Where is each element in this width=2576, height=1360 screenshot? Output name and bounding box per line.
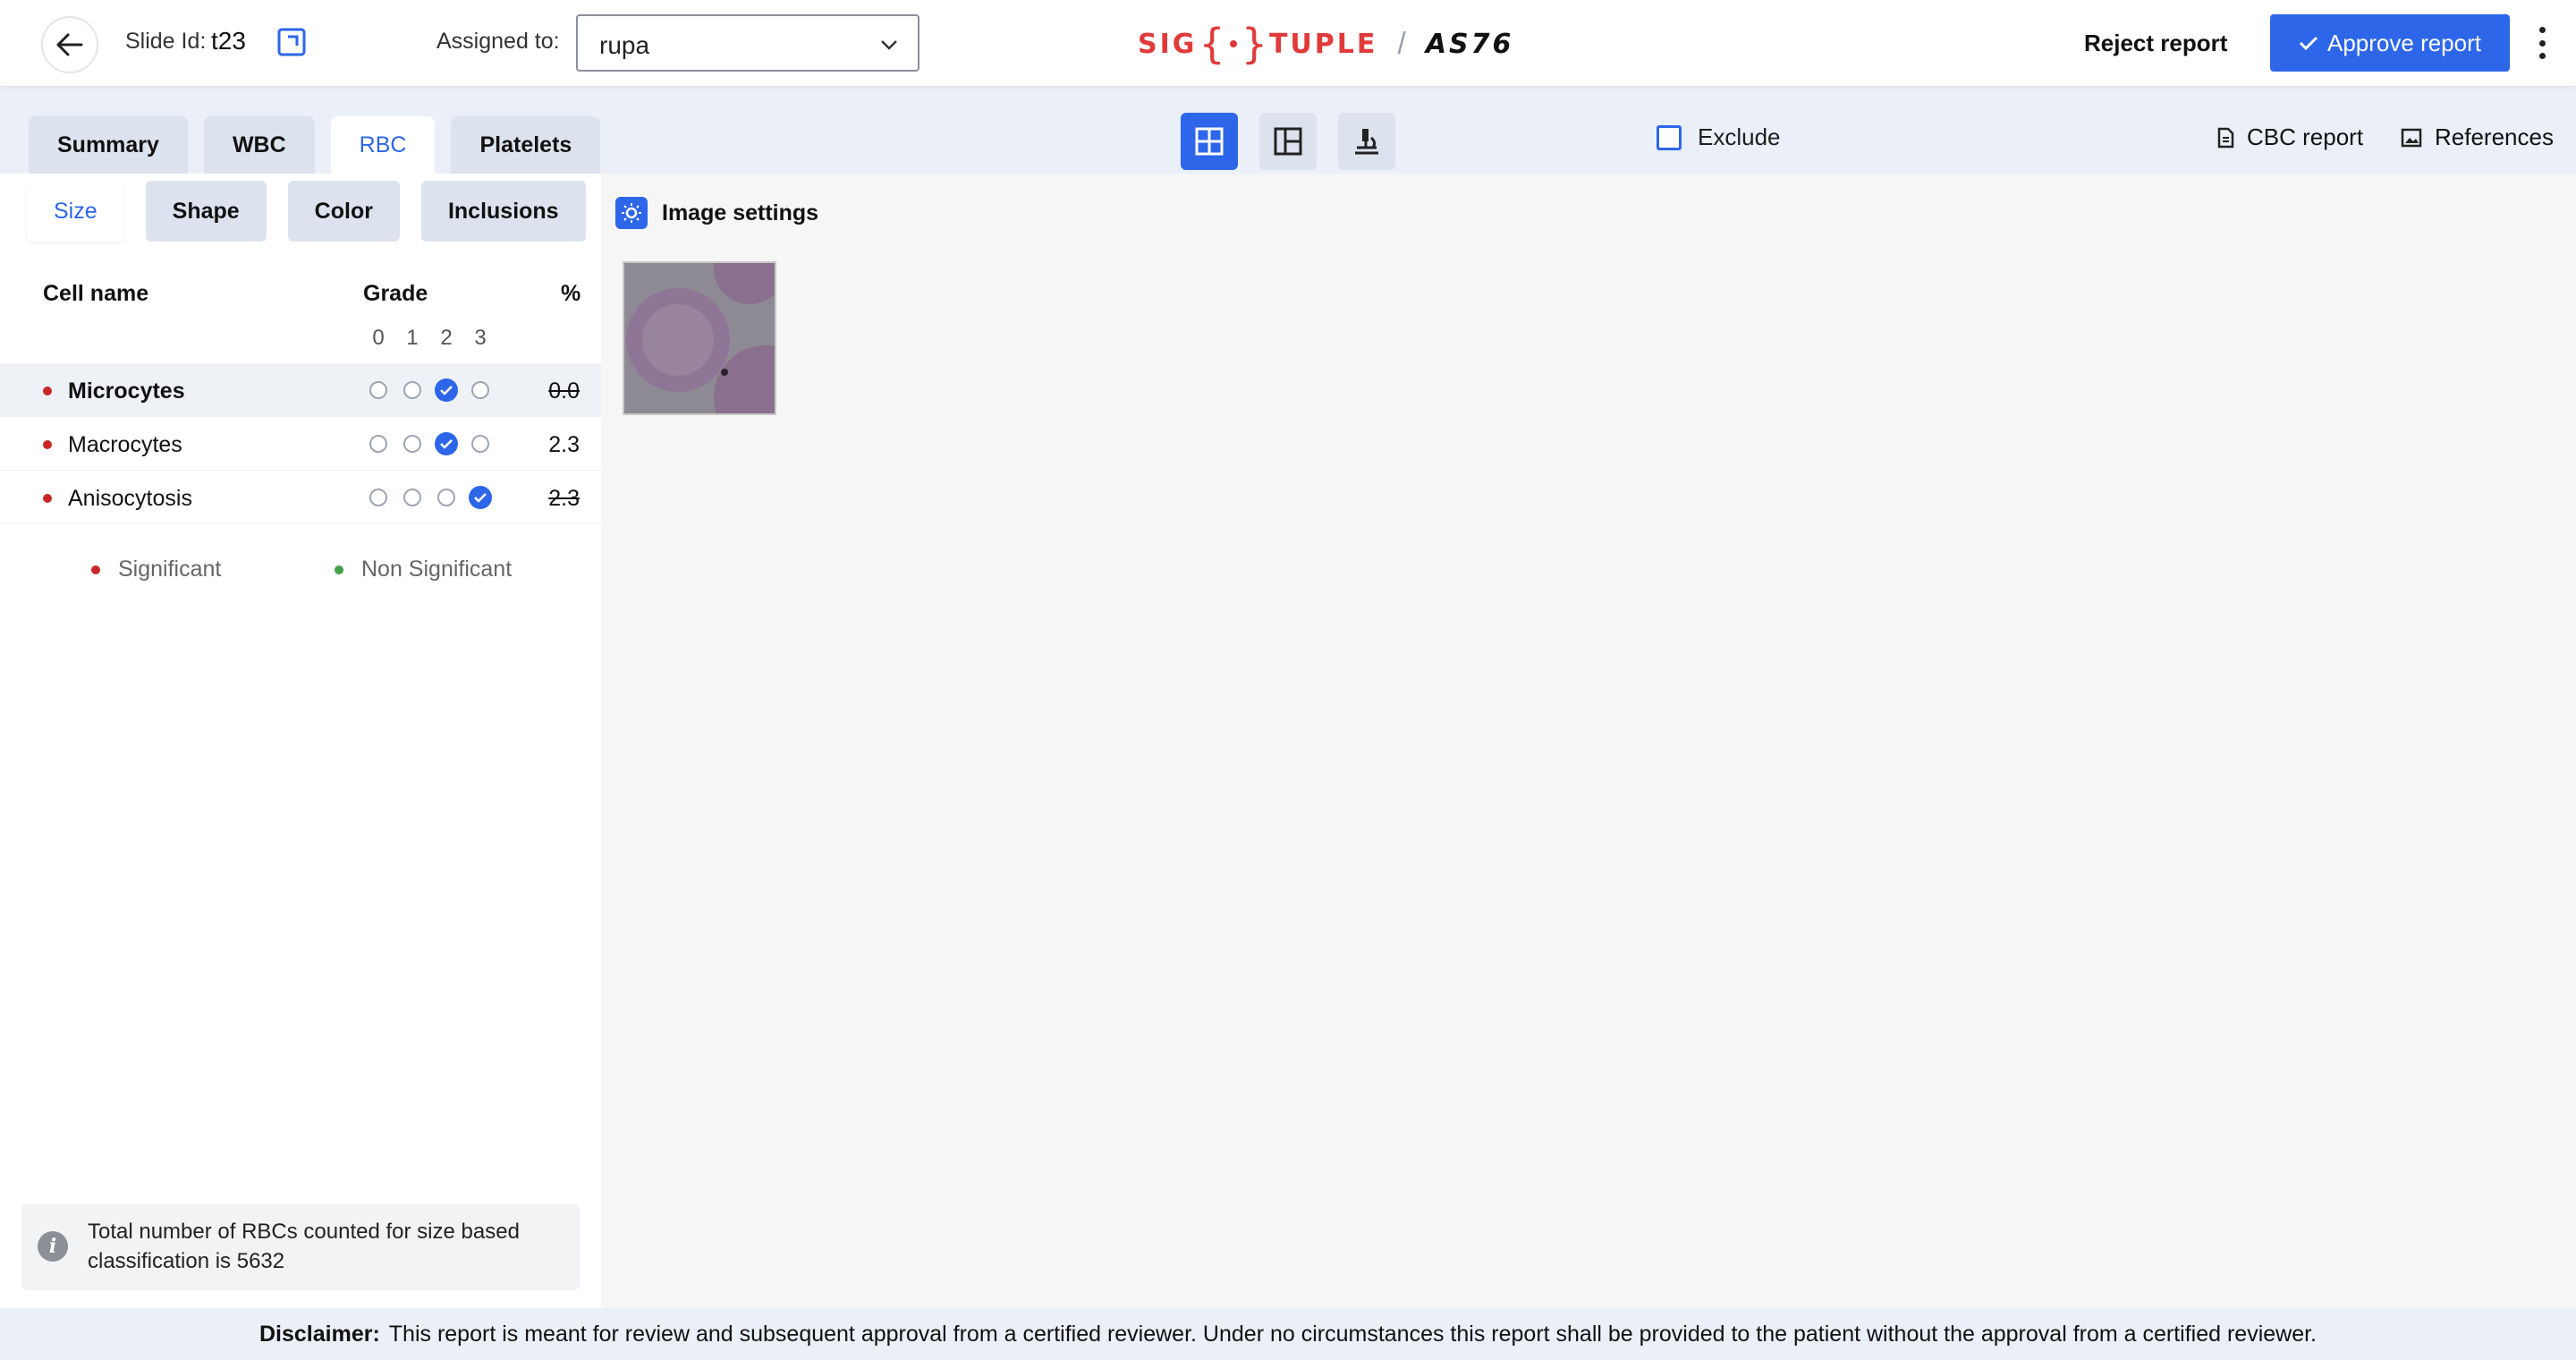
disclaimer-label: Disclaimer: <box>258 1321 380 1347</box>
cbc-report-link[interactable]: CBC report <box>2216 123 2363 151</box>
approve-report-button[interactable]: Approve report <box>2270 14 2510 72</box>
open-slide-icon[interactable] <box>276 27 307 57</box>
disclaimer-bar: Disclaimer: This report is meant for rev… <box>0 1308 2576 1360</box>
significant-dot <box>43 494 52 503</box>
cell-name: Macrocytes <box>68 432 182 457</box>
significant-dot <box>43 387 52 395</box>
microscope-view-button[interactable] <box>1338 113 1395 170</box>
slide-id-label: Slide Id: <box>125 29 207 54</box>
exclude-label: Exclude <box>1698 123 1781 150</box>
subtab-inclusions[interactable]: Inclusions <box>420 181 586 242</box>
grade-3-radio[interactable] <box>463 429 497 459</box>
legend-significant-label: Significant <box>118 557 222 582</box>
table-row[interactable]: Microcytes 0.0 <box>0 363 601 417</box>
table-row[interactable]: Macrocytes 2.3 <box>0 417 601 471</box>
tab-platelets[interactable]: Platelets <box>451 116 601 174</box>
check-icon <box>440 386 453 395</box>
cell-name: Microcytes <box>68 378 185 404</box>
legend-non-significant-label: Non Significant <box>361 557 513 582</box>
grid-view-icon <box>1195 127 1224 156</box>
tab-rbc[interactable]: RBC <box>330 116 436 174</box>
cell-name: Anisocytosis <box>68 486 192 511</box>
legend-significant: Significant <box>91 557 221 582</box>
tab-summary[interactable]: Summary <box>29 116 188 174</box>
table-row[interactable]: Anisocytosis 2.3 <box>0 471 601 524</box>
device-model: AS76 <box>1425 28 1514 60</box>
column-header-grade: Grade <box>363 281 428 306</box>
grade-2-radio[interactable] <box>429 375 463 405</box>
slide-id-value: t23 <box>211 27 246 55</box>
non-significant-dot <box>335 565 343 574</box>
split-view-icon <box>1274 127 1302 156</box>
cell-percent: 2.3 <box>548 432 580 457</box>
rbc-grading-panel: Size Shape Color Inclusions Cell name Gr… <box>0 174 601 1308</box>
more-options-icon[interactable] <box>2533 23 2551 63</box>
grade-radio-group <box>361 375 497 405</box>
sigtuple-logo: SIG {} TUPLE / AS76 <box>1138 20 1514 68</box>
report-toolbar: Summary WBC RBC Platelets Exclude CBC re… <box>0 86 2576 174</box>
approve-report-label: Approve report <box>2327 29 2481 56</box>
chevron-down-icon <box>881 40 897 50</box>
cbc-report-label: CBC report <box>2247 123 2364 150</box>
subtab-shape[interactable]: Shape <box>145 181 267 242</box>
grade-scale: 0 1 2 3 <box>372 326 487 350</box>
legend-non-significant: Non Significant <box>335 557 512 582</box>
split-view-button[interactable] <box>1259 113 1317 170</box>
tab-wbc[interactable]: WBC <box>203 116 315 174</box>
grade-1-radio[interactable] <box>395 375 429 405</box>
info-icon: i <box>38 1231 68 1262</box>
rbc-count-info: i Total number of RBCs counted for size … <box>21 1204 580 1290</box>
cell-percent: 0.0 <box>548 378 580 404</box>
reject-report-button[interactable]: Reject report <box>2084 25 2227 61</box>
assignee-value: rupa <box>599 31 650 59</box>
grid-view-button[interactable] <box>1181 113 1238 170</box>
assignee-select[interactable]: rupa <box>576 14 919 72</box>
significant-dot <box>91 565 100 574</box>
grade-radio-group <box>361 429 497 459</box>
grade-1-radio[interactable] <box>395 429 429 459</box>
cell-percent: 2.3 <box>548 486 580 511</box>
subtab-color[interactable]: Color <box>287 181 400 242</box>
arrow-left-icon <box>56 33 83 56</box>
grade-3-radio[interactable] <box>463 375 497 405</box>
column-header-cell-name: Cell name <box>43 281 149 306</box>
red-blood-cell-image <box>624 263 775 413</box>
logo-left-text: SIG <box>1138 28 1198 60</box>
references-link[interactable]: References <box>2401 123 2554 151</box>
rbc-count-text: Total number of RBCs counted for size ba… <box>88 1220 520 1273</box>
subtab-size[interactable]: Size <box>27 181 124 242</box>
grade-0-radio[interactable] <box>361 482 395 513</box>
grade-2-radio[interactable] <box>429 429 463 459</box>
brightness-icon <box>615 197 648 229</box>
image-settings-button[interactable]: Image settings <box>615 197 818 229</box>
grade-0-radio[interactable] <box>361 375 395 405</box>
check-icon <box>440 439 453 449</box>
logo-right-text: TUPLE <box>1268 28 1378 60</box>
exclude-checkbox-box[interactable] <box>1657 124 1682 150</box>
rbc-subtabs: Size Shape Color Inclusions <box>27 181 586 242</box>
image-settings-label: Image settings <box>662 200 819 225</box>
check-icon <box>474 493 487 503</box>
significant-dot <box>43 440 52 449</box>
report-tabs: Summary WBC RBC Platelets <box>29 116 601 174</box>
document-icon <box>2217 127 2234 148</box>
cell-thumbnail[interactable] <box>623 261 776 415</box>
grade-1-radio[interactable] <box>395 482 429 513</box>
column-header-percent: % <box>561 281 581 306</box>
grade-2-radio[interactable] <box>429 482 463 513</box>
exclude-checkbox[interactable]: Exclude <box>1657 123 1781 151</box>
grade-radio-group <box>361 482 497 513</box>
references-label: References <box>2435 123 2554 150</box>
disclaimer-text: This report is meant for review and subs… <box>388 1321 2318 1347</box>
grade-3-radio[interactable] <box>463 482 497 513</box>
assigned-to-label: Assigned to: <box>436 29 560 54</box>
image-icon <box>2401 128 2422 147</box>
top-bar: Slide Id: t23 Assigned to: rupa SIG {} T… <box>0 0 2576 86</box>
check-icon <box>2299 36 2318 51</box>
back-button[interactable] <box>41 16 98 73</box>
grade-0-radio[interactable] <box>361 429 395 459</box>
microscope-icon <box>1355 129 1378 155</box>
logo-separator: / <box>1397 26 1406 61</box>
cell-image-area: Image settings <box>601 174 2576 1308</box>
